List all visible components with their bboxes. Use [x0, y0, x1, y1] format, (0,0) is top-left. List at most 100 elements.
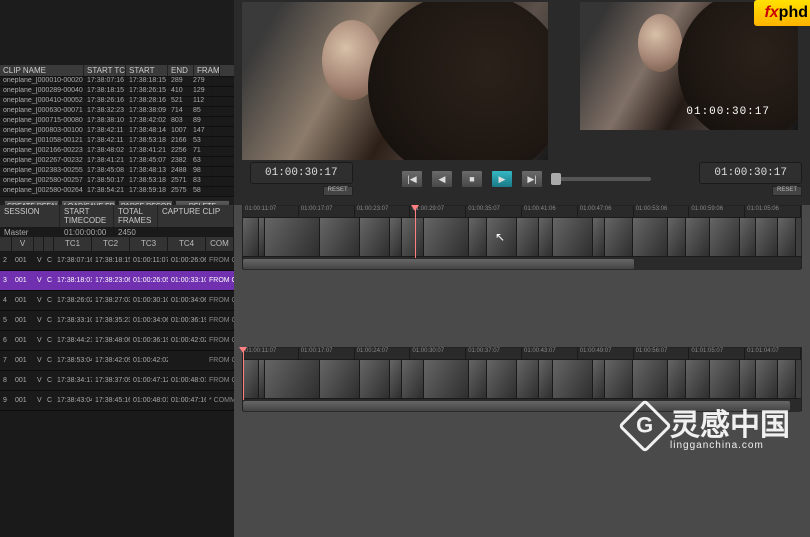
timeline-clip[interactable]	[243, 360, 259, 398]
timeline-clip[interactable]	[402, 218, 424, 256]
timeline-clip[interactable]	[390, 360, 402, 398]
stop-button[interactable]: ■	[461, 170, 483, 188]
timeline-scrollbar[interactable]	[243, 256, 801, 270]
col-frames[interactable]: FRAM	[194, 65, 220, 76]
event-row[interactable]: 9001VC17:38:43:0417:38:45:1601:00:48:010…	[0, 391, 234, 411]
timeline-clip[interactable]	[517, 218, 539, 256]
clip-row[interactable]: oneplane_[000630-000714].dpx17:38:32:231…	[0, 107, 234, 117]
step-back-button[interactable]: ◀	[431, 170, 453, 188]
source-viewer[interactable]	[242, 2, 548, 160]
col-clipname[interactable]: CLIP NAME	[0, 65, 84, 76]
event-row[interactable]: 5001VC17:38:33:1017:38:35:2301:00:34:060…	[0, 311, 234, 331]
goto-end-button[interactable]: ▶|	[521, 170, 543, 188]
event-row[interactable]: 3001VC17:38:18:0117:38:23:0601:00:26:050…	[0, 271, 234, 291]
col-total-frames[interactable]: TOTAL FRAMES	[114, 205, 158, 227]
timeline-clip[interactable]	[320, 218, 360, 256]
event-row[interactable]: 6001VC17:38:44:2117:38:48:0601:00:36:190…	[0, 331, 234, 351]
timeline-clip[interactable]	[424, 218, 469, 256]
timeline-clip[interactable]	[605, 360, 633, 398]
timeline-clip[interactable]	[686, 218, 710, 256]
timeline-clip[interactable]	[593, 360, 605, 398]
timeline-clip[interactable]	[740, 218, 756, 256]
timeline-clip[interactable]	[593, 218, 605, 256]
conform-timeline[interactable]: 01:00:11:0701:00:17:0701:00:23:0701:00:2…	[242, 205, 802, 269]
burned-timecode: 01:00:30:17	[686, 106, 770, 118]
event-row[interactable]: 4001VC17:38:26:0217:38:27:0301:00:30:100…	[0, 291, 234, 311]
timeline-clip[interactable]	[390, 218, 402, 256]
timeline-clip[interactable]	[360, 360, 390, 398]
timeline-clip[interactable]	[778, 360, 796, 398]
timeline-clip[interactable]	[243, 218, 259, 256]
record-timecode[interactable]: 01:00:30:17	[699, 162, 802, 184]
timeline-clip[interactable]	[469, 360, 487, 398]
timeline-clip[interactable]	[469, 218, 487, 256]
timeline-clip[interactable]	[424, 360, 469, 398]
timeline-clip[interactable]	[756, 218, 778, 256]
clip-row[interactable]: oneplane_[001058-001213].dpx17:38:42:111…	[0, 137, 234, 147]
reset-right-button[interactable]: RESET	[772, 186, 802, 196]
col-tc3[interactable]: TC3	[130, 237, 168, 251]
clip-row[interactable]: oneplane_[000289-000409].dpx17:38:18:151…	[0, 87, 234, 97]
timeline-clip[interactable]	[517, 360, 539, 398]
col-starttc[interactable]: START TC	[84, 65, 126, 76]
clip-row[interactable]: oneplane_[000803-001003].dpx17:38:42:111…	[0, 127, 234, 137]
reset-left-button[interactable]: RESET	[323, 186, 353, 196]
event-row[interactable]: 7001VC17:38:53:0417:38:42:0901:00:42:02F…	[0, 351, 234, 371]
goto-start-button[interactable]: |◀	[401, 170, 423, 188]
timeline-clip[interactable]	[756, 360, 778, 398]
playhead[interactable]	[415, 206, 416, 258]
play-button[interactable]: ▶	[491, 170, 513, 188]
timeline-clip[interactable]	[360, 218, 390, 256]
source-timecode[interactable]: 01:00:30:17	[250, 162, 353, 184]
col-tc2[interactable]: TC2	[92, 237, 130, 251]
timeline-clip[interactable]	[539, 218, 553, 256]
master-playhead[interactable]	[243, 348, 244, 400]
timeline-clip[interactable]	[265, 360, 320, 398]
timeline-clip[interactable]	[605, 218, 633, 256]
clip-row[interactable]: oneplane_[000410-000520].dpx17:38:26:161…	[0, 97, 234, 107]
col-capture-clip[interactable]: CAPTURE CLIP	[158, 205, 234, 227]
col-end[interactable]: END	[168, 65, 194, 76]
col-v[interactable]: V	[12, 237, 34, 251]
col-tc4[interactable]: TC4	[168, 237, 206, 251]
master-track[interactable]	[243, 360, 801, 398]
timeline-track[interactable]	[243, 218, 801, 256]
col-tc1[interactable]: TC1	[54, 237, 92, 251]
event-list[interactable]: 2001VC17:38:07:1617:38:18:1501:00:11:070…	[0, 251, 234, 411]
timeline-clip[interactable]	[633, 360, 668, 398]
timeline-clip[interactable]	[487, 360, 517, 398]
col-comment[interactable]: COM	[206, 237, 234, 251]
master-ruler[interactable]: 01:00:11:0701:00:17:0701:00:24:0701:00:3…	[243, 348, 801, 360]
clip-row[interactable]: oneplane_[002166-002236].dpx17:38:48:021…	[0, 147, 234, 157]
timeline-clip[interactable]	[553, 360, 593, 398]
timeline-clip[interactable]	[668, 360, 686, 398]
timeline-clip[interactable]	[778, 218, 796, 256]
timeline-clip[interactable]	[553, 218, 593, 256]
timeline-clip[interactable]	[633, 218, 668, 256]
col-session[interactable]: SESSION	[0, 205, 60, 227]
timeline-clip[interactable]	[686, 360, 710, 398]
timeline-clip[interactable]	[320, 360, 360, 398]
clip-row[interactable]: oneplane_[000715-000802].dpx17:38:38:101…	[0, 117, 234, 127]
clip-row[interactable]: oneplane_[002580-002571].dpx17:38:50:171…	[0, 177, 234, 187]
clip-row[interactable]: oneplane_[002580-002648].dpx17:38:54:211…	[0, 187, 234, 197]
timeline-ruler[interactable]: 01:00:11:0701:00:17:0701:00:23:0701:00:2…	[243, 206, 801, 218]
timeline-clip[interactable]	[710, 360, 740, 398]
col-start[interactable]: START	[126, 65, 168, 76]
transport-bar: 01:00:30:17 RESET |◀ ◀ ■ ▶ ▶| 01:00:30:1…	[242, 160, 810, 198]
shuttle-slider[interactable]	[551, 177, 651, 181]
col-start-tc[interactable]: START TIMECODE	[60, 205, 114, 227]
clip-row[interactable]: oneplane_[002383-002552].dpx17:38:45:081…	[0, 167, 234, 177]
event-row[interactable]: 8001VC17:38:34:1717:38:37:0901:00:47:120…	[0, 371, 234, 391]
clip-row[interactable]: oneplane_[002267-002329].dpx17:38:41:211…	[0, 157, 234, 167]
event-row[interactable]: 2001VC17:38:07:1617:38:18:1501:00:11:070…	[0, 251, 234, 271]
timeline-clip[interactable]	[265, 218, 320, 256]
clip-row[interactable]: oneplane_[000010-000209].dpx17:38:07:161…	[0, 77, 234, 87]
timeline-clip[interactable]	[740, 360, 756, 398]
timeline-clip[interactable]	[402, 360, 424, 398]
timeline-clip[interactable]	[487, 218, 517, 256]
timeline-clip[interactable]	[539, 360, 553, 398]
timeline-clip[interactable]	[668, 218, 686, 256]
clip-list[interactable]: oneplane_[000010-000209].dpx17:38:07:161…	[0, 77, 234, 197]
timeline-clip[interactable]	[710, 218, 740, 256]
